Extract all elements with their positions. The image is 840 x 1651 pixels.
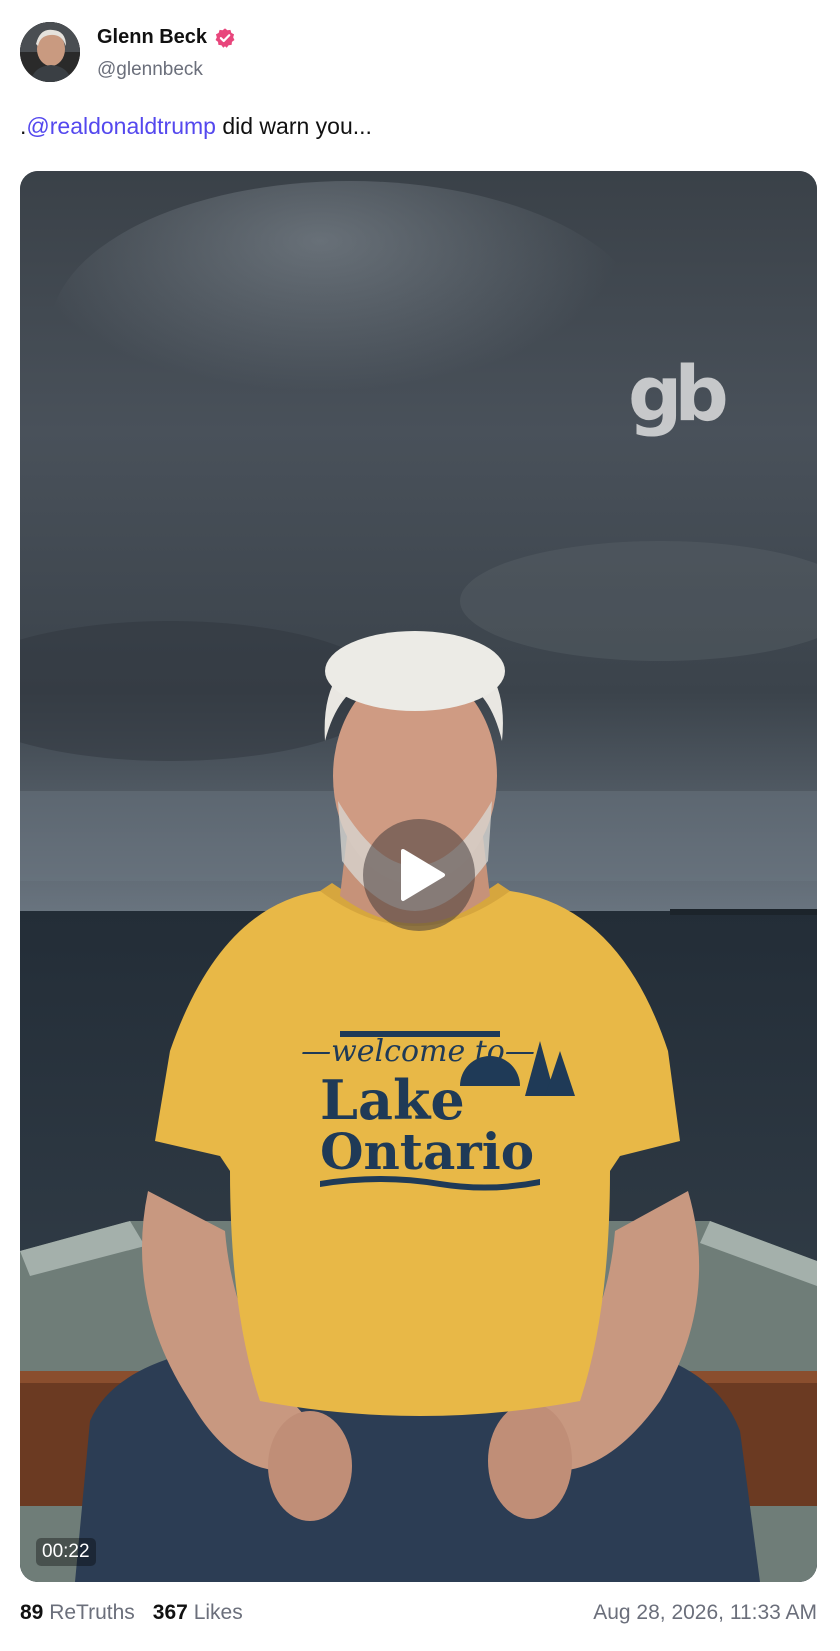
mention-link[interactable]: @realdonaldtrump	[26, 113, 216, 139]
watermark-logo: gb	[628, 349, 729, 438]
retruths-label: ReTruths	[49, 1601, 135, 1624]
play-button[interactable]	[363, 819, 475, 931]
verified-badge-icon	[214, 27, 236, 49]
retruths-stat[interactable]: 89 ReTruths	[20, 1601, 135, 1625]
author-display-name[interactable]: Glenn Beck	[97, 26, 207, 49]
post-text-body: did warn you...	[215, 113, 372, 139]
likes-stat[interactable]: 367 Likes	[153, 1601, 243, 1625]
author-handle[interactable]: @glennbeck	[97, 59, 203, 81]
post-timestamp[interactable]: Aug 28, 2026, 11:33 AM	[593, 1601, 817, 1625]
avatar-image	[20, 22, 80, 82]
shirt-text-line-3: Ontario	[320, 1122, 534, 1181]
avatar[interactable]	[20, 22, 80, 82]
post-stats: 89 ReTruths 367 Likes	[20, 1601, 243, 1625]
retruths-count: 89	[20, 1601, 44, 1624]
likes-count: 367	[152, 1601, 188, 1624]
post-text: .@realdonaldtrump did warn you...	[20, 113, 372, 140]
likes-label: Likes	[193, 1601, 243, 1624]
play-icon	[401, 849, 445, 901]
video-player[interactable]: —welcome to— Lake Ontario gb 00:22	[20, 171, 817, 1582]
video-duration: 00:22	[36, 1538, 96, 1566]
